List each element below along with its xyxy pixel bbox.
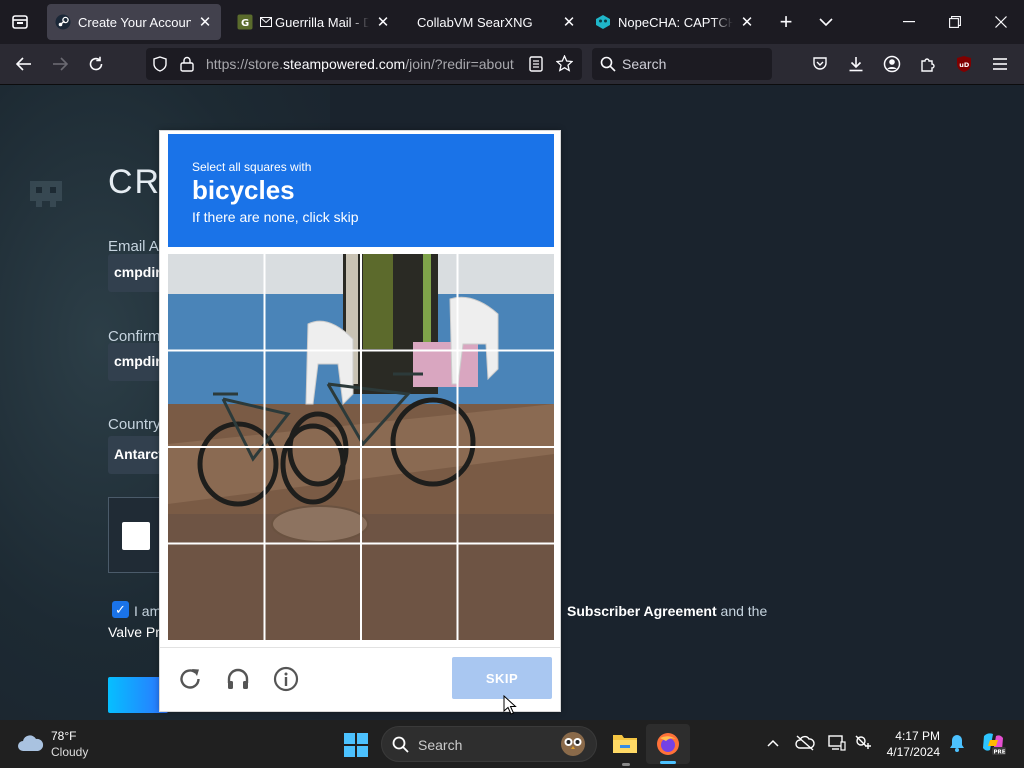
email-label: Email Ac (108, 238, 167, 255)
mail-icon (260, 14, 272, 30)
file-explorer-icon[interactable] (612, 731, 638, 760)
captcha-target: bicycles (192, 175, 295, 205)
tab-guerrilla-mail[interactable]: G Guerrilla Mail - Disposa ✕ (229, 4, 399, 40)
weather-temperature[interactable]: 78°F (51, 729, 76, 743)
running-indicator (622, 763, 630, 766)
captcha-header: Select all squares with bicycles If ther… (168, 134, 554, 247)
search-bar[interactable]: Search (592, 48, 772, 80)
url-bar[interactable]: https://store.steampowered.com/join/?red… (146, 48, 582, 80)
close-tab-icon[interactable]: ✕ (375, 14, 391, 31)
close-tab-icon[interactable]: ✕ (561, 14, 577, 31)
chevron-up-icon[interactable] (762, 732, 784, 754)
recaptcha-checkbox[interactable] (122, 522, 150, 550)
tab-title: Guerrilla Mail - Disposa (275, 14, 369, 30)
firefox-icon (656, 732, 680, 761)
steam-icon (55, 14, 71, 30)
network-muted-icon[interactable] (852, 732, 874, 754)
windows-taskbar: 78°F Cloudy Search 4:17 PM 4/17/2024 PRE (0, 720, 1024, 768)
firefox-taskbar-button[interactable] (646, 724, 690, 764)
url-path: /join/?redir=about (405, 56, 514, 72)
svg-text:PRE: PRE (994, 750, 1006, 756)
downloads-icon[interactable] (844, 52, 868, 76)
guerrilla-mail-icon: G (237, 14, 253, 30)
headphones-icon[interactable] (223, 664, 253, 694)
new-tab-icon[interactable]: + (774, 9, 798, 34)
tab-title: CollabVM SearXNG (417, 14, 533, 30)
captcha-challenge-dialog: Select all squares with bicycles If ther… (159, 130, 561, 712)
captcha-instruction: Select all squares with (192, 160, 312, 174)
chevron-down-icon[interactable] (814, 10, 838, 34)
tab-title: NopeCHA: CAPTCHA Solv (618, 14, 733, 30)
page-title: CR (108, 163, 162, 201)
search-placeholder: Search (622, 56, 667, 72)
svg-text:uD: uD (959, 61, 970, 69)
onedrive-offline-icon[interactable] (794, 732, 816, 754)
search-icon (392, 736, 409, 758)
country-label: Country (108, 416, 161, 433)
tab-bar: Create Your Account ✕ G Guerrilla Mail -… (0, 0, 1024, 44)
copilot-icon[interactable]: PRE (980, 730, 1006, 756)
captcha-footer: SKIP (160, 647, 560, 711)
svg-text:G: G (241, 18, 249, 29)
reload-icon[interactable] (84, 52, 108, 76)
close-tab-icon[interactable]: ✕ (197, 14, 213, 31)
grid-lines (168, 254, 554, 640)
close-window-icon[interactable] (989, 10, 1013, 34)
agree-text-end: Subscriber Agreement and the (567, 603, 767, 619)
close-tab-icon[interactable]: ✕ (739, 14, 755, 31)
weather-description[interactable]: Cloudy (51, 745, 88, 759)
nopecha-icon (595, 14, 611, 30)
taskbar-search-placeholder: Search (418, 737, 463, 753)
tab-collabvm-searxng[interactable]: CollabVM SearXNG ✕ (407, 4, 585, 40)
shield-icon[interactable] (152, 56, 168, 77)
pocket-icon[interactable] (808, 52, 832, 76)
windows-start-icon[interactable] (344, 733, 368, 762)
navigation-toolbar: https://store.steampowered.com/join/?red… (0, 44, 1024, 85)
subscriber-agreement-link[interactable]: Subscriber Agreement (567, 603, 717, 619)
forward-icon[interactable] (48, 52, 72, 76)
agree-checkbox[interactable]: ✓ (112, 601, 129, 618)
minimize-icon[interactable] (897, 10, 921, 34)
skip-button[interactable]: SKIP (452, 657, 552, 699)
cloudy-weather-icon[interactable] (16, 733, 44, 758)
reload-challenge-icon[interactable] (175, 664, 205, 694)
firefox-view-icon[interactable] (8, 10, 32, 34)
agree-text: I am (134, 603, 162, 619)
url-text[interactable]: https://store.steampowered.com/join/?red… (206, 56, 520, 72)
captcha-image-grid (168, 254, 554, 640)
tab-nopecha[interactable]: NopeCHA: CAPTCHA Solv ✕ (587, 4, 763, 40)
tab-title: Create Your Account (78, 14, 191, 30)
back-icon[interactable] (12, 52, 36, 76)
extensions-icon[interactable] (916, 52, 940, 76)
url-host: steampowered.com (283, 56, 406, 72)
active-indicator (660, 761, 676, 764)
taskbar-search[interactable]: Search (381, 726, 597, 762)
tab-create-account[interactable]: Create Your Account ✕ (47, 4, 221, 40)
info-icon[interactable] (271, 664, 301, 694)
search-icon (600, 56, 616, 77)
search-highlight-icon (558, 730, 588, 763)
captcha-subinstruction: If there are none, click skip (192, 209, 359, 225)
menu-icon[interactable] (988, 52, 1012, 76)
mouse-cursor-icon (503, 694, 517, 715)
clock-time[interactable]: 4:17 PM (880, 729, 940, 743)
notification-bell-icon[interactable] (946, 732, 968, 754)
reader-view-icon[interactable] (529, 56, 543, 77)
lock-icon[interactable] (180, 56, 194, 77)
clock-date[interactable]: 4/17/2024 (880, 745, 940, 759)
url-prefix: https://store. (206, 56, 284, 72)
restore-icon[interactable] (943, 10, 967, 34)
account-icon[interactable] (880, 52, 904, 76)
agree-and-text: and the (720, 603, 768, 619)
privacy-policy-link[interactable]: Valve Pr (108, 624, 160, 640)
ublock-origin-icon[interactable]: uD (952, 52, 976, 76)
space-invader-icon (22, 173, 70, 222)
display-icon[interactable] (826, 732, 848, 754)
bookmark-star-icon[interactable] (555, 54, 574, 77)
